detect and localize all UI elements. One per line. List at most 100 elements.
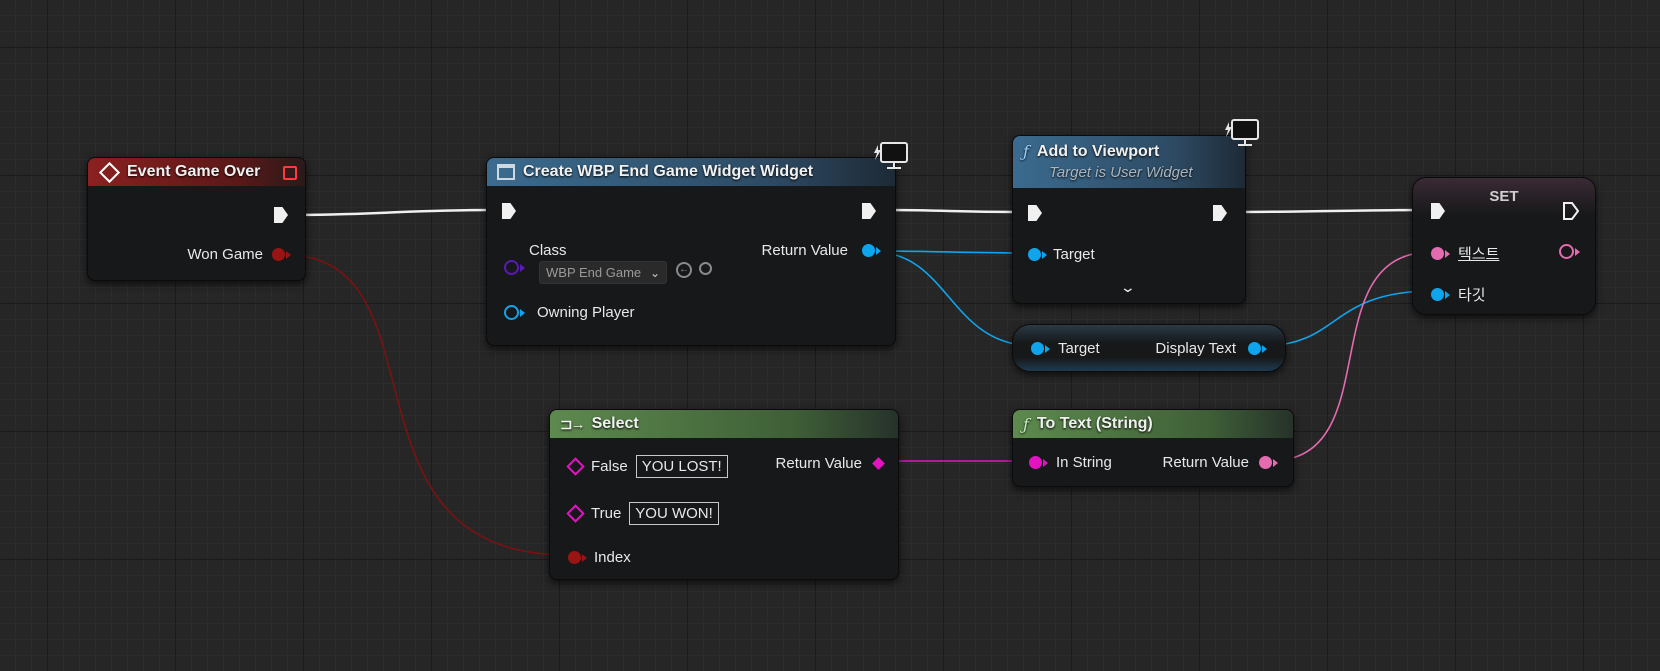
true-diamond-pin[interactable] bbox=[566, 504, 585, 523]
owning-player-arrow bbox=[520, 308, 525, 317]
function-f-icon: ƒ bbox=[1023, 414, 1029, 434]
create-exec-in-pin[interactable] bbox=[502, 203, 516, 219]
create-return-value-dot[interactable] bbox=[862, 244, 875, 257]
false-diamond-pin[interactable] bbox=[566, 457, 585, 476]
monitor-icon bbox=[1223, 118, 1259, 146]
event-game-over-header[interactable]: Event Game Over bbox=[88, 158, 305, 186]
getter-target-arrow bbox=[1045, 344, 1050, 353]
select-index-pin[interactable]: Index bbox=[568, 549, 631, 566]
set-target-arrow bbox=[1445, 290, 1450, 299]
event-game-over-node[interactable]: Event Game Over Won Game bbox=[87, 157, 306, 281]
create-widget-header[interactable]: Create WBP End Game Widget Widget bbox=[487, 158, 895, 186]
won-game-label: Won Game bbox=[187, 246, 263, 263]
exec-wire-create-to-viewport bbox=[880, 208, 1026, 214]
event-game-over-title: Event Game Over bbox=[127, 163, 261, 180]
index-arrow bbox=[582, 553, 587, 562]
set-node[interactable]: SET 텍스트 타깃 bbox=[1412, 177, 1596, 315]
class-pin[interactable] bbox=[504, 260, 525, 275]
set-exec-out-pin[interactable] bbox=[1563, 202, 1580, 225]
select-header[interactable]: ⊐→ Select bbox=[550, 410, 898, 438]
set-text-pin[interactable]: 텍스트 bbox=[1431, 243, 1499, 264]
select-node[interactable]: ⊐→ Select False YOU LOST! True YOU WON! … bbox=[549, 409, 899, 580]
add-to-viewport-subtitle: Target is User Widget bbox=[1049, 164, 1193, 181]
viewport-target-pin[interactable]: Target bbox=[1028, 246, 1095, 263]
index-label: Index bbox=[594, 549, 631, 566]
display-text-arrow bbox=[1262, 344, 1267, 353]
class-dropdown-value: WBP End Game bbox=[546, 265, 642, 280]
browse-search-icon[interactable] bbox=[699, 262, 712, 275]
won-game-bool-dot[interactable] bbox=[272, 248, 285, 261]
viewport-exec-in-pin[interactable] bbox=[1028, 205, 1042, 221]
won-game-pin[interactable]: Won Game bbox=[187, 246, 291, 263]
owning-player-pin[interactable]: Owning Player bbox=[504, 304, 635, 321]
function-f-icon: ƒ bbox=[1023, 142, 1029, 161]
expand-chevron-icon[interactable]: ⌄ bbox=[1120, 279, 1136, 296]
owning-player-ring[interactable] bbox=[504, 305, 519, 320]
set-text-out-pin[interactable] bbox=[1559, 244, 1580, 259]
class-ring-pin[interactable] bbox=[504, 260, 519, 275]
event-diamond-icon bbox=[98, 161, 121, 183]
in-string-dot[interactable] bbox=[1029, 456, 1042, 469]
set-target-pin[interactable]: 타깃 bbox=[1431, 284, 1486, 305]
widget-icon bbox=[497, 164, 515, 180]
class-pin-label: Class bbox=[529, 242, 567, 259]
object-wire-display-text-to-target bbox=[1261, 290, 1433, 347]
getter-target-pin[interactable]: Target bbox=[1031, 340, 1100, 357]
create-widget-node[interactable]: Create WBP End Game Widget Widget Class … bbox=[486, 142, 908, 346]
object-wire-return-to-target bbox=[876, 250, 1031, 254]
event-exec-out-pin[interactable] bbox=[274, 207, 288, 223]
select-true-pin[interactable]: True YOU WON! bbox=[566, 502, 719, 525]
create-return-arrow bbox=[876, 246, 881, 255]
getter-target-label: Target bbox=[1058, 340, 1100, 357]
text-wire-to-text-to-set bbox=[1269, 251, 1433, 462]
exec-wire-viewport-to-set bbox=[1231, 208, 1426, 214]
chevron-down-icon: ⌄ bbox=[649, 265, 660, 280]
index-bool-dot[interactable] bbox=[568, 551, 581, 564]
to-text-return-dot[interactable] bbox=[1259, 456, 1272, 469]
create-widget-title: Create WBP End Game Widget Widget bbox=[523, 163, 814, 180]
class-dropdown[interactable]: WBP End Game ⌄ bbox=[539, 261, 667, 284]
add-to-viewport-header[interactable]: ƒ Add to Viewport Target is User Widget bbox=[1013, 136, 1245, 188]
exec-wire-event-to-create bbox=[285, 208, 497, 217]
select-false-pin[interactable]: False YOU LOST! bbox=[566, 455, 728, 478]
create-return-value-pin[interactable]: Return Value bbox=[762, 242, 881, 259]
to-text-return-value-label: Return Value bbox=[1162, 454, 1249, 471]
true-value-input[interactable]: YOU WON! bbox=[629, 502, 719, 525]
true-label: True bbox=[591, 505, 622, 522]
in-string-pin[interactable]: In String bbox=[1029, 454, 1112, 471]
in-string-label: In String bbox=[1056, 454, 1112, 471]
use-selected-asset-icon[interactable]: ← bbox=[676, 262, 692, 278]
display-text-label: Display Text bbox=[1155, 340, 1236, 357]
set-text-arrow bbox=[1445, 249, 1450, 258]
select-return-value-label: Return Value bbox=[775, 455, 862, 472]
won-game-arrow bbox=[286, 250, 291, 259]
to-text-return-value-pin[interactable]: Return Value bbox=[1163, 454, 1278, 471]
class-arrow bbox=[520, 263, 525, 272]
in-string-arrow bbox=[1043, 458, 1048, 467]
display-text-pin[interactable]: Display Text bbox=[1155, 340, 1267, 357]
false-label: False bbox=[591, 458, 628, 475]
create-exec-out-pin[interactable] bbox=[862, 203, 876, 219]
viewport-target-label: Target bbox=[1053, 246, 1095, 263]
viewport-exec-out-pin[interactable] bbox=[1213, 205, 1227, 221]
select-return-diamond[interactable] bbox=[872, 457, 885, 470]
viewport-target-dot[interactable] bbox=[1028, 248, 1041, 261]
to-text-header[interactable]: ƒ To Text (String) bbox=[1013, 410, 1293, 438]
set-text-dot[interactable] bbox=[1431, 247, 1444, 260]
to-text-node[interactable]: ƒ To Text (String) In String Return Valu… bbox=[1012, 409, 1294, 487]
viewport-target-arrow bbox=[1042, 250, 1047, 259]
select-icon: ⊐→ bbox=[560, 416, 586, 433]
getter-target-dot[interactable] bbox=[1031, 342, 1044, 355]
display-text-dot[interactable] bbox=[1248, 342, 1261, 355]
set-target-dot[interactable] bbox=[1431, 288, 1444, 301]
set-exec-in-pin[interactable] bbox=[1431, 203, 1445, 219]
select-return-value-pin[interactable]: Return Value bbox=[775, 455, 885, 472]
false-value-input[interactable]: YOU LOST! bbox=[635, 455, 728, 478]
delegate-pin-icon[interactable] bbox=[283, 166, 297, 180]
create-return-value-label: Return Value bbox=[761, 242, 848, 259]
set-text-out-ring[interactable] bbox=[1559, 244, 1574, 259]
add-to-viewport-node[interactable]: ƒ Add to Viewport Target is User Widget … bbox=[1012, 119, 1259, 304]
to-text-return-arrow bbox=[1273, 458, 1278, 467]
add-to-viewport-title: Add to Viewport bbox=[1036, 142, 1160, 160]
display-text-getter-node[interactable]: Target Display Text bbox=[1012, 324, 1286, 372]
